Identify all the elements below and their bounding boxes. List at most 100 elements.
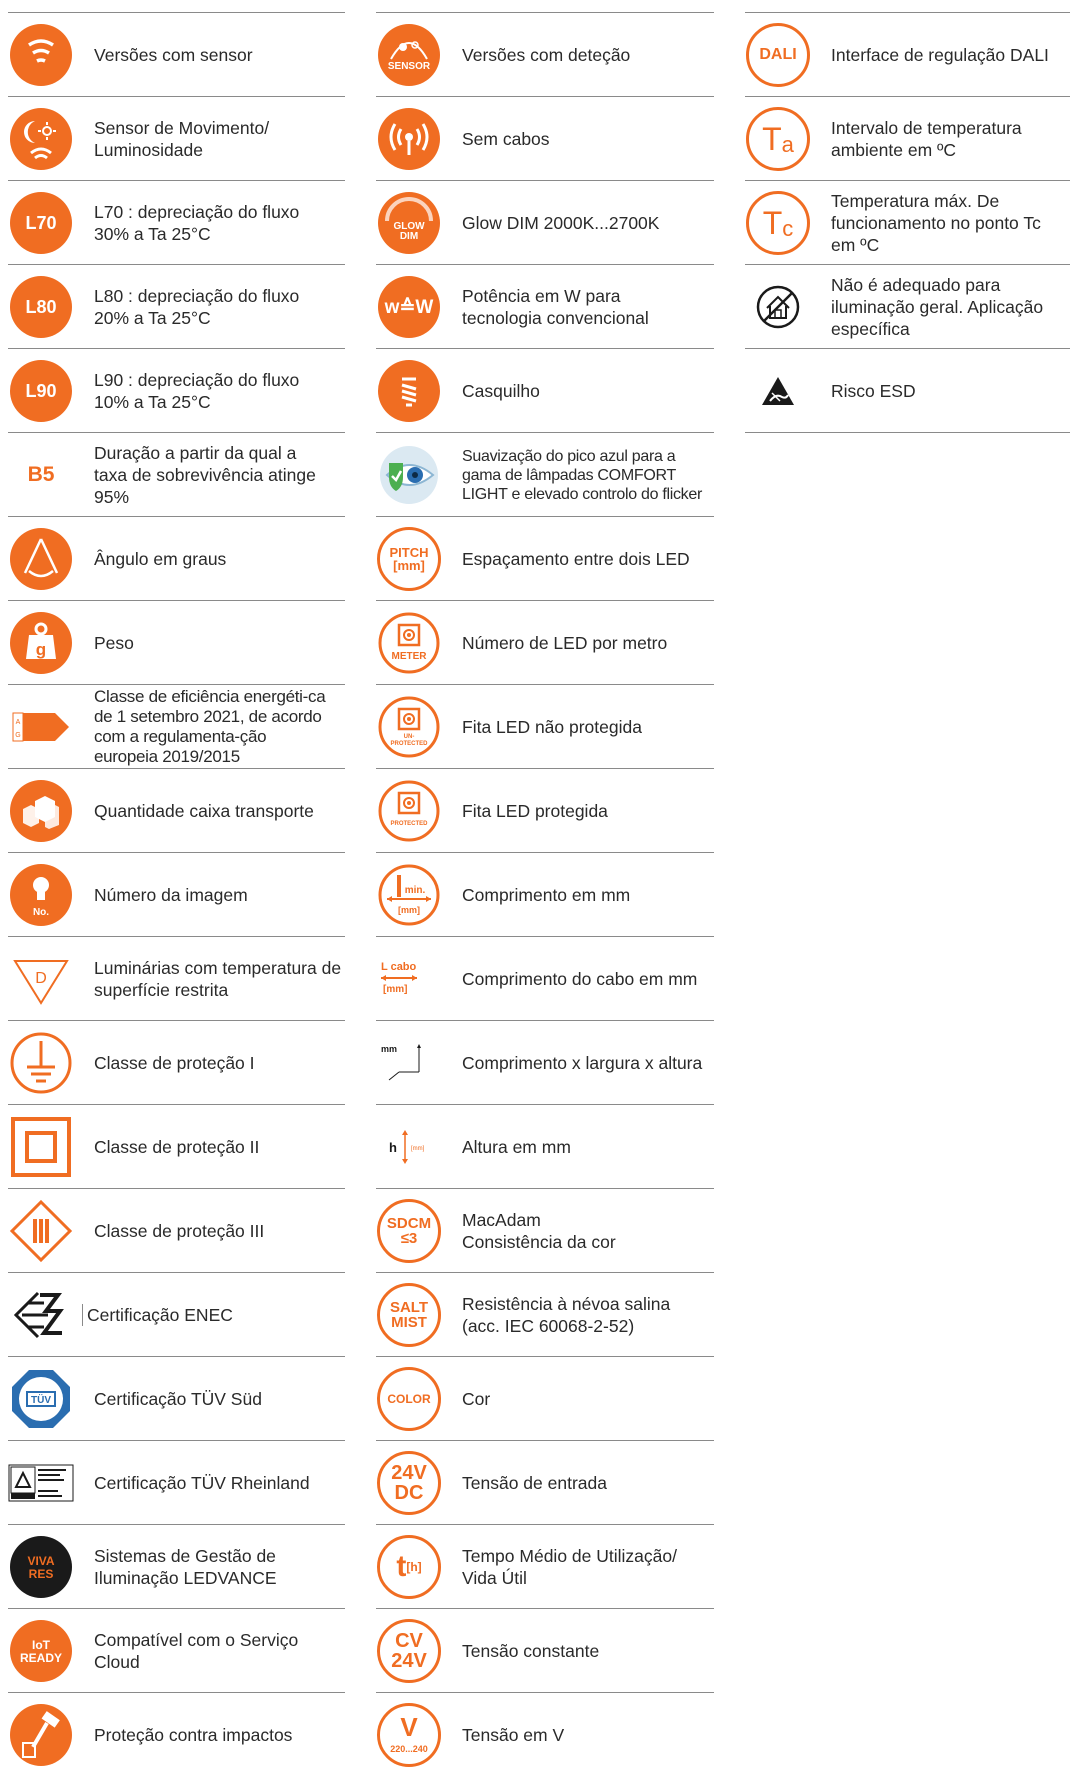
item-label: Tensão em V (462, 1725, 565, 1745)
item-label: Altura em mm (462, 1137, 571, 1157)
esd-risk-icon (745, 358, 811, 424)
item-label: Intervalo de temperatura ambiente em ºC (831, 118, 1022, 160)
item-label: Espaçamento entre dois LED (462, 549, 690, 569)
l90-badge: L90 (10, 360, 72, 422)
divider (745, 432, 1070, 433)
vivares-icon: VIVA RES (8, 1534, 74, 1600)
list-item: D Luminárias com temperatura de superfíc… (8, 936, 345, 1021)
list-item: SENSOR Versões com deteção (376, 12, 714, 97)
list-item: METER Número de LED por metro (376, 600, 714, 685)
height-icon: h [mm] (376, 1114, 442, 1180)
l70-badge: L70 (10, 192, 72, 254)
weight-badge: g (36, 640, 46, 659)
list-item: No. Número da imagem (8, 852, 345, 937)
item-label: Fita LED protegida (462, 801, 608, 821)
item-label: Cor (462, 1389, 491, 1409)
item-label: Peso (94, 633, 134, 653)
item-label: Certificação TÜV Süd (94, 1389, 262, 1409)
list-item: UN- PROTECTED Fita LED não protegida (376, 684, 714, 769)
list-item: V 220...240 Tensão em V (376, 1692, 714, 1777)
beam-angle-icon (8, 526, 74, 592)
item-label: Classe de proteção II (94, 1137, 260, 1157)
tc-icon: Tc (745, 190, 811, 256)
svg-text:[mm]: [mm] (398, 905, 420, 915)
svg-text:DIM: DIM (400, 231, 418, 242)
item-label: Compatível com o Serviço Cloud (94, 1630, 299, 1672)
b5-badge: B5 (27, 463, 55, 486)
item-label: Sensor de Movimento/ Luminosidade (94, 118, 270, 160)
motion-light-sensor-icon (8, 106, 74, 172)
comfort-light-eye-icon (376, 442, 442, 508)
list-item: Sem cabos (376, 96, 714, 181)
list-item: PROTECTED Fita LED protegida (376, 768, 714, 853)
l80-icon: L80 (8, 274, 74, 340)
svg-text:PROTECTED: PROTECTED (390, 741, 428, 747)
sensor-badge: SENSOR (388, 61, 431, 72)
list-item: VIVA RES Sistemas de Gestão de Iluminação… (8, 1524, 345, 1609)
item-label: Quantidade caixa transporte (94, 801, 314, 821)
color-icon: COLOR (376, 1366, 442, 1432)
svg-text:[mm]: [mm] (411, 1146, 425, 1152)
svg-text:min.: min. (405, 885, 426, 896)
item-label: Comprimento x largura x altura (462, 1053, 703, 1073)
list-item: SDCM ≤3 MacAdam Consistência da cor (376, 1188, 714, 1273)
watt-equivalent-icon: w≙W (376, 274, 442, 340)
item-label: Tensão de entrada (462, 1473, 607, 1493)
item-label: Versões com deteção (462, 45, 631, 65)
list-item: mm Comprimento x largura x altura (376, 1020, 714, 1105)
list-item: Quantidade caixa transporte (8, 768, 345, 853)
svg-text:L cabo: L cabo (381, 961, 417, 973)
color-badge: COLOR (377, 1367, 441, 1431)
item-label: Classe de proteção I (94, 1053, 255, 1073)
svg-text:READY: READY (20, 1651, 62, 1665)
cable-length-icon: L cabo [mm] (376, 946, 442, 1012)
wireless-icon (376, 106, 442, 172)
item-label: Temperatura máx. De funcionamento no pon… (831, 191, 1041, 255)
protection-class-1-icon (8, 1030, 74, 1096)
item-label: Não é adequado para iluminação geral. Ap… (831, 275, 1044, 339)
item-label: Número de LED por metro (462, 633, 668, 653)
item-label: L80 : depreciação do fluxo 20% a Ta 25°C (94, 286, 300, 328)
item-label: Sistemas de Gestão de Iluminação LEDVANC… (94, 1546, 277, 1588)
l90-icon: L90 (8, 358, 74, 424)
list-item: Ângulo em graus (8, 516, 345, 601)
item-label: Classe de proteção III (94, 1221, 265, 1241)
weight-icon: g (8, 610, 74, 676)
list-item: Ta Intervalo de temperatura ambiente em … (745, 96, 1070, 181)
tuv-sud-icon: TÜV (8, 1366, 74, 1432)
list-item: CV 24V Tensão constante (376, 1608, 714, 1693)
input-voltage-icon: 24V DC (376, 1450, 442, 1516)
salt-mist-icon: SALT MIST (376, 1282, 442, 1348)
item-label: Certificação ENEC (82, 1304, 233, 1326)
sensor-waves-icon (8, 22, 74, 88)
list-item: Classe de proteção III (8, 1188, 345, 1273)
protection-class-2-icon (8, 1114, 74, 1180)
input-voltage-badge: 24V DC (377, 1451, 441, 1515)
item-label: Comprimento em mm (462, 885, 631, 905)
item-label: L70 : depreciação do fluxo 30% a Ta 25°C (94, 202, 300, 244)
list-item: Certificação ENEC (8, 1272, 345, 1357)
list-item: Sensor de Movimento/ Luminosidade (8, 96, 345, 181)
item-label: Proteção contra impactos (94, 1725, 293, 1745)
svg-text:G: G (15, 732, 20, 739)
item-label: Luminárias com temperatura de superfície… (94, 958, 342, 1000)
list-item: t [h] Tempo Médio de Utilização/ Vida Úti… (376, 1524, 714, 1609)
lifetime-badge: t [h] (377, 1535, 441, 1599)
list-item: COLOR Cor (376, 1356, 714, 1441)
item-label: Suavização do pico azul para a gama de l… (462, 447, 703, 503)
svg-text:UN-: UN- (404, 734, 415, 740)
constant-voltage-icon: CV 24V (376, 1618, 442, 1684)
list-item: min. [mm] Comprimento em mm (376, 852, 714, 937)
lamp-base-icon (376, 358, 442, 424)
list-item: Classe de proteção II (8, 1104, 345, 1189)
enec-icon (8, 1282, 74, 1348)
list-item: h [mm] Altura em mm (376, 1104, 714, 1189)
list-item: Classe de proteção I (8, 1020, 345, 1105)
surface-temp-badge: D (35, 970, 47, 987)
list-item: TÜV Certificação TÜV Süd (8, 1356, 345, 1441)
voltage-icon: V 220...240 (376, 1702, 442, 1768)
list-item: IoT READY Compatível com o Serviço Cloud (8, 1608, 345, 1693)
tuv-rheinland-icon (8, 1450, 74, 1516)
iot-ready-icon: IoT READY (8, 1618, 74, 1684)
tc-badge: Tc (746, 191, 810, 255)
